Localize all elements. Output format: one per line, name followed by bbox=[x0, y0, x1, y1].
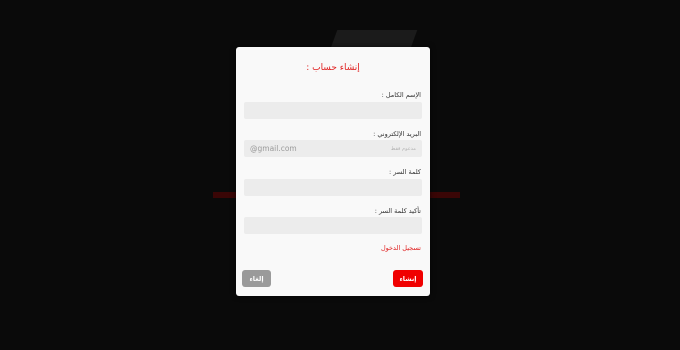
email-placeholder-hint: مدعوم فقط bbox=[390, 145, 416, 152]
login-link[interactable]: تسجيل الدخول bbox=[381, 244, 421, 252]
signup-modal: إنشاء حساب : الإسم الكامل : البريد الإلك… bbox=[236, 47, 430, 296]
modal-title: إنشاء حساب : bbox=[306, 63, 360, 73]
password-label: كلمة السر : bbox=[389, 168, 421, 176]
confirm-password-label: تأكيد كلمة السر : bbox=[374, 207, 421, 215]
password-input[interactable] bbox=[244, 179, 422, 196]
email-placeholder: @gmail.com bbox=[250, 144, 297, 153]
create-account-button[interactable]: إنشاء bbox=[393, 270, 423, 287]
full-name-label: الإسم الكامل : bbox=[381, 91, 421, 99]
email-input[interactable]: مدعوم فقط @gmail.com bbox=[244, 140, 422, 157]
full-name-input[interactable] bbox=[244, 102, 422, 119]
email-label: البريد الإلكتروني : bbox=[373, 130, 421, 138]
background-text-fragment bbox=[430, 192, 460, 198]
cancel-button[interactable]: إلغاء bbox=[242, 270, 271, 287]
confirm-password-input[interactable] bbox=[244, 217, 422, 234]
